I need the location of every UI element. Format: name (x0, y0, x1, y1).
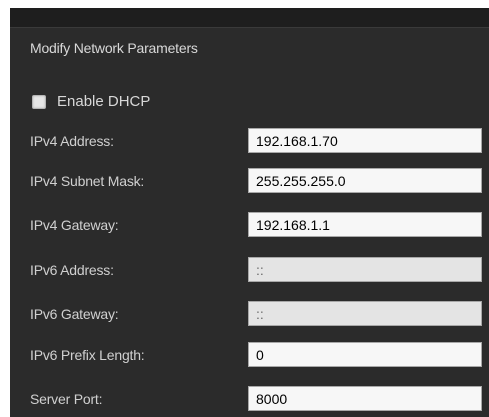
network-parameters-panel: Modify Network Parameters Enable DHCP IP… (10, 28, 489, 417)
ipv6-gateway-label: IPv6 Gateway: (30, 306, 119, 322)
server-port-input[interactable]: 8000 (248, 386, 482, 411)
section-title: Modify Network Parameters (30, 40, 198, 56)
ipv6-prefix-length-row: IPv6 Prefix Length: 0 (10, 342, 489, 370)
ipv4-gateway-row: IPv4 Gateway: 192.168.1.1 (10, 212, 489, 240)
ipv4-subnet-mask-label: IPv4 Subnet Mask: (30, 173, 145, 189)
ipv6-address-input[interactable]: :: (248, 257, 482, 282)
ipv6-address-row: IPv6 Address: :: (10, 257, 489, 285)
ipv4-address-label: IPv4 Address: (30, 133, 114, 149)
ipv6-gateway-input[interactable]: :: (248, 301, 482, 326)
ipv4-subnet-mask-input[interactable]: 255.255.255.0 (248, 168, 482, 193)
enable-dhcp-label: Enable DHCP (57, 93, 151, 110)
ipv4-gateway-input[interactable]: 192.168.1.1 (248, 212, 482, 237)
ipv6-address-label: IPv6 Address: (30, 262, 114, 278)
ipv4-address-row: IPv4 Address: 192.168.1.70 (10, 128, 489, 156)
ipv4-subnet-mask-row: IPv4 Subnet Mask: 255.255.255.0 (10, 168, 489, 196)
server-port-label: Server Port: (30, 391, 103, 407)
ipv6-prefix-length-input[interactable]: 0 (248, 342, 482, 367)
ipv6-gateway-row: IPv6 Gateway: :: (10, 301, 489, 329)
panel-header-bar (10, 8, 489, 28)
ipv6-prefix-length-label: IPv6 Prefix Length: (30, 347, 145, 363)
server-port-row: Server Port: 8000 (10, 386, 489, 414)
enable-dhcp-row[interactable]: Enable DHCP (32, 93, 150, 110)
enable-dhcp-checkbox[interactable] (32, 94, 46, 109)
ipv4-gateway-label: IPv4 Gateway: (30, 217, 119, 233)
ipv4-address-input[interactable]: 192.168.1.70 (248, 128, 482, 153)
